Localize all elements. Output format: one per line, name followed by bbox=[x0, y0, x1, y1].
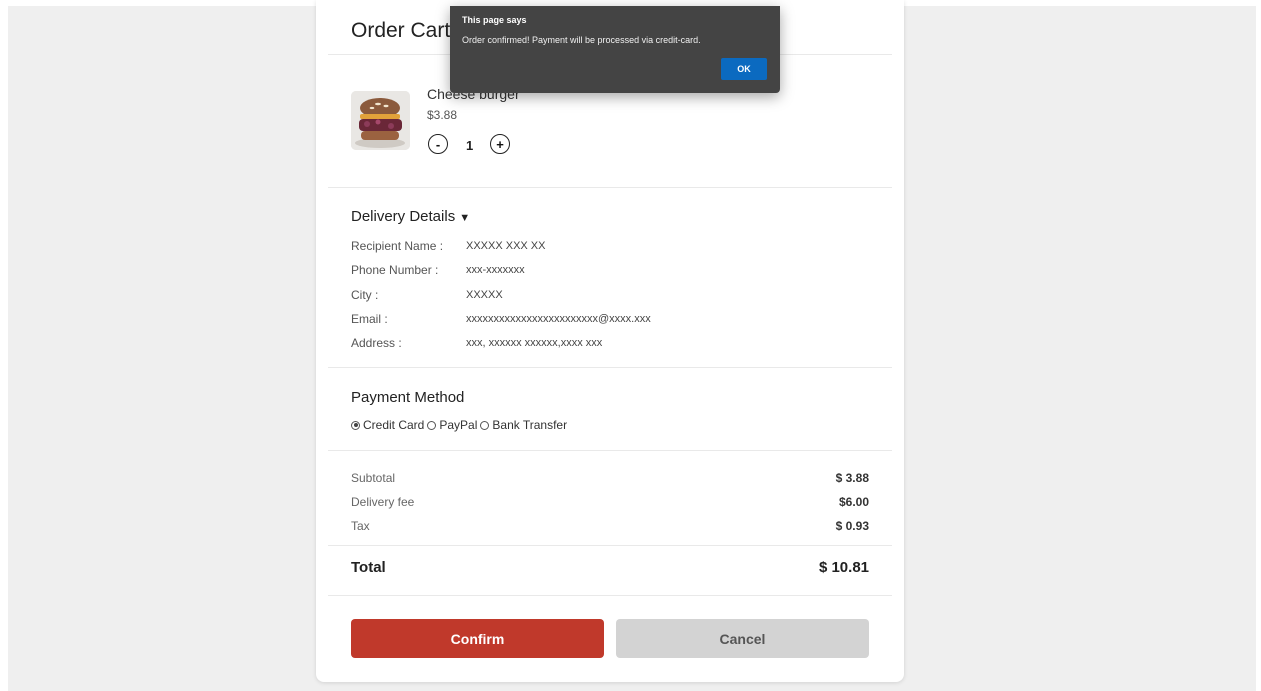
payment-option-label: Bank Transfer bbox=[492, 418, 568, 432]
dialog-message: Order confirmed! Payment will be process… bbox=[462, 35, 701, 45]
radio-icon[interactable] bbox=[427, 420, 437, 430]
payment-option-bank-transfer[interactable]: Bank Transfer bbox=[480, 418, 567, 432]
city-value: XXXXX bbox=[466, 289, 503, 301]
caret-down-icon: ▼ bbox=[459, 212, 471, 224]
radio-icon[interactable] bbox=[480, 420, 490, 430]
increase-quantity-button[interactable]: + bbox=[490, 134, 510, 154]
recipient-name-value: XXXXX XXX XX bbox=[466, 240, 546, 252]
phone-number-value: xxx-xxxxxxx bbox=[466, 264, 525, 276]
delivery-details-title: Delivery Details bbox=[351, 208, 456, 225]
email-label: Email : bbox=[351, 312, 388, 326]
radio-selected-icon[interactable] bbox=[351, 420, 360, 430]
address-label: Address : bbox=[351, 336, 402, 350]
dialog-ok-button[interactable]: OK bbox=[721, 58, 767, 80]
item-price: $3.88 bbox=[427, 108, 458, 122]
payment-options: Credit Card PayPal Bank Transfer bbox=[351, 418, 570, 432]
tax-label: Tax bbox=[351, 519, 370, 533]
divider bbox=[328, 595, 892, 596]
quantity-value: 1 bbox=[466, 138, 474, 153]
subtotal-label: Subtotal bbox=[351, 471, 396, 485]
address-value: xxx, xxxxxx xxxxxx,xxxx xxx bbox=[466, 337, 603, 349]
payment-option-label: Credit Card bbox=[363, 418, 425, 432]
total-label: Total bbox=[351, 559, 386, 576]
subtotal-value: $ 3.88 bbox=[835, 471, 869, 485]
decrease-quantity-button[interactable]: - bbox=[428, 134, 448, 154]
recipient-name-label: Recipient Name : bbox=[351, 239, 444, 253]
payment-method-title: Payment Method bbox=[351, 389, 465, 406]
city-label: City : bbox=[351, 288, 379, 302]
tax-value: $ 0.93 bbox=[835, 519, 869, 533]
payment-option-label: PayPal bbox=[439, 418, 478, 432]
phone-number-label: Phone Number : bbox=[351, 263, 439, 277]
dialog-title: This page says bbox=[462, 15, 527, 25]
burger-image bbox=[351, 91, 410, 150]
payment-option-paypal[interactable]: PayPal bbox=[427, 418, 477, 432]
payment-option-credit-card[interactable]: Credit Card bbox=[351, 418, 424, 432]
page-title: Order Cart bbox=[351, 19, 451, 42]
divider bbox=[328, 367, 892, 368]
cancel-button[interactable]: Cancel bbox=[616, 619, 869, 658]
divider bbox=[328, 187, 892, 188]
total-value: $ 10.81 bbox=[818, 559, 869, 576]
delivery-fee-label: Delivery fee bbox=[351, 495, 415, 509]
email-value: xxxxxxxxxxxxxxxxxxxxxxxx@xxxx.xxx bbox=[466, 313, 651, 325]
alert-dialog: This page says Order confirmed! Payment … bbox=[450, 6, 780, 93]
delivery-fee-value: $6.00 bbox=[838, 495, 869, 509]
divider bbox=[328, 450, 892, 451]
confirm-button[interactable]: Confirm bbox=[351, 619, 604, 658]
order-cart-card: Order Cart Cheese burger $3.88 - 1 + Del… bbox=[316, 0, 904, 682]
divider bbox=[328, 545, 892, 546]
delivery-details-toggle[interactable]: Delivery Details ▼ bbox=[351, 208, 470, 225]
